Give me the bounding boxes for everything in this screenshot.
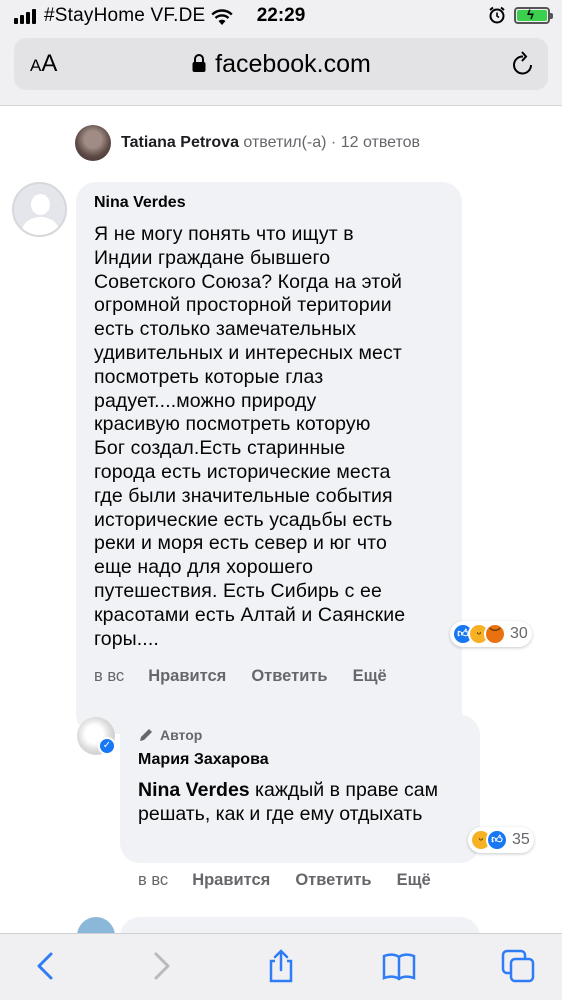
author-badge-label: Автор	[160, 727, 203, 743]
more-button[interactable]: Ещё	[353, 667, 387, 686]
comment-bubble: Nina Verdes Я не могу понять что ищут в …	[76, 182, 462, 734]
browser-chrome: #StayHome VF.DE 22:29 ϟ AA facebook.com	[0, 0, 562, 106]
tabs-icon[interactable]	[500, 948, 536, 984]
avatar[interactable]	[75, 125, 111, 161]
url-display[interactable]: facebook.com	[14, 50, 548, 79]
reply-summary-action: ответил(-а)	[243, 134, 327, 151]
comment-timestamp[interactable]: в вс	[94, 667, 124, 686]
reply-reaction-count: 35	[512, 831, 530, 848]
clock: 22:29	[256, 5, 306, 26]
forward-icon[interactable]	[143, 948, 179, 984]
reply-author[interactable]: Мария Захарова	[138, 751, 462, 769]
reply-text: Nina Verdes каждый в праве сам решать, к…	[138, 778, 462, 826]
mention-link[interactable]: Nina Verdes	[138, 779, 250, 801]
browser-toolbar	[0, 933, 562, 1000]
comment-thread: Tatiana Petrova ответил(-а) · 12 ответов…	[0, 107, 562, 933]
battery-cap	[550, 12, 553, 19]
reply-count: 12 ответов	[340, 134, 421, 151]
reply-timestamp[interactable]: в вс	[138, 871, 168, 890]
more-button[interactable]: Ещё	[397, 871, 431, 890]
reply-summary[interactable]: Tatiana Petrova ответил(-а) · 12 ответов	[75, 125, 420, 161]
pen-icon	[140, 729, 152, 741]
lock-icon	[192, 54, 206, 72]
status-bar: #StayHome VF.DE 22:29 ϟ	[0, 0, 562, 32]
author-badge: Автор	[138, 727, 462, 743]
like-reaction-icon: 👍︎	[486, 829, 508, 851]
address-bar[interactable]: AA facebook.com	[14, 38, 548, 90]
reload-icon[interactable]	[510, 50, 536, 78]
like-button[interactable]: Нравится	[192, 871, 270, 890]
status-right: ϟ	[488, 6, 553, 24]
reply-summary-text[interactable]: Tatiana Petrova ответил(-а) · 12 ответов	[121, 134, 420, 152]
charging-bolt-icon: ϟ	[527, 6, 534, 22]
reaction-summary[interactable]: 👍︎ ᵕ ︶ 30	[450, 621, 532, 647]
reply-button[interactable]: Ответить	[295, 871, 371, 890]
back-icon[interactable]	[28, 948, 64, 984]
reply-summary-name: Tatiana Petrova	[121, 134, 239, 151]
battery-icon: ϟ	[514, 6, 553, 24]
avatar[interactable]	[77, 917, 115, 933]
next-comment-bubble	[120, 917, 480, 933]
share-icon[interactable]	[263, 948, 299, 984]
reply-button[interactable]: Ответить	[251, 667, 327, 686]
reply-actions: в вс Нравится Ответить Ещё	[138, 871, 456, 890]
avatar[interactable]	[12, 182, 67, 237]
angry-reaction-icon: ︶	[484, 623, 506, 645]
verified-badge-icon: ✓	[98, 737, 116, 755]
reply-reaction-summary[interactable]: ᵕ 👍︎ 35	[468, 827, 534, 853]
like-button[interactable]: Нравится	[148, 667, 226, 686]
reaction-count: 30	[510, 625, 528, 642]
url-text: facebook.com	[215, 50, 371, 78]
comment-author[interactable]: Nina Verdes	[94, 192, 444, 214]
reply-summary-separator: ·	[330, 134, 337, 151]
comment-actions: в вс Нравится Ответить Ещё	[94, 667, 412, 686]
reply-bubble: Автор Мария Захарова Nina Verdes каждый …	[120, 715, 480, 863]
comment-text: Я не могу понять что ищут в Индии гражда…	[94, 223, 406, 650]
alarm-icon	[489, 6, 505, 24]
bookmarks-icon[interactable]	[381, 948, 417, 984]
